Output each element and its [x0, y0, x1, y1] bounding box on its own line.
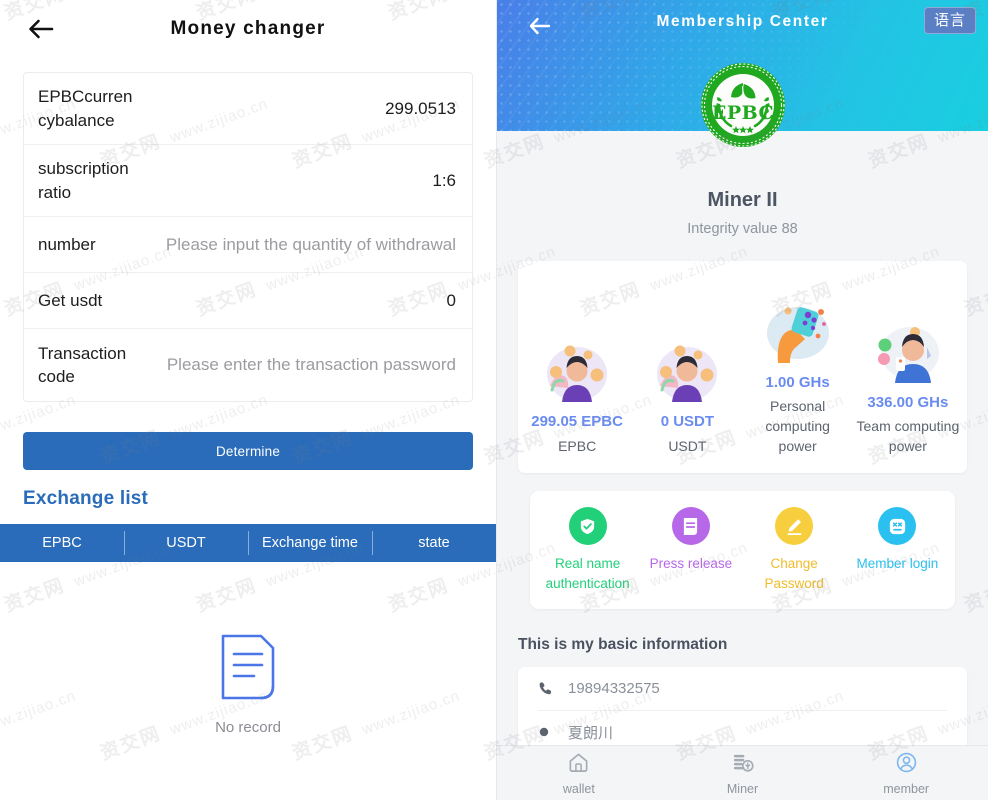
face-icon: [878, 507, 917, 545]
form-value-balance: 299.0513: [385, 98, 456, 118]
membership-center-panel: Membership Center 语言 EPBC Miner II Integ…: [497, 0, 988, 800]
profile-name: Miner II: [707, 189, 778, 211]
basic-row-phone[interactable]: 19894332575: [538, 667, 947, 711]
form-row-balance: EPBCcurren cybalance 299.0513: [24, 73, 472, 145]
money-changer-panel: Money changer EPBCcurren cybalance 299.0…: [0, 0, 497, 800]
stat-team-power[interactable]: 336.00 GHs Team computing power: [853, 317, 963, 458]
phone-icon: [538, 681, 568, 696]
action-label-real-name-authentication: Real name authentication: [545, 556, 630, 592]
form-label-balance: EPBCcurren cybalance: [38, 87, 133, 130]
team-person-icon: [874, 317, 942, 385]
tab-miner[interactable]: Miner: [661, 746, 825, 800]
bottom-tab-bar: wallet Miner member: [497, 745, 988, 800]
form-label-ratio: subscription ratio: [38, 159, 129, 202]
tab-wallet[interactable]: wallet: [497, 746, 661, 800]
dot-icon: [538, 726, 568, 738]
action-change-password[interactable]: Change Password: [743, 507, 846, 595]
actions-card: Real name authentication Press release C…: [530, 491, 955, 609]
withdrawal-quantity-input[interactable]: Please input the quantity of withdrawal: [150, 235, 456, 255]
coins-icon: [731, 751, 754, 779]
form-label-transaction-code: Transaction code: [38, 343, 127, 386]
tab-label-wallet: wallet: [562, 781, 595, 796]
action-member-login[interactable]: Member login: [846, 507, 949, 574]
stat-value-usdt: 0 USDT: [660, 413, 715, 431]
stat-label-personal-power: Personal computing power: [765, 398, 830, 455]
basic-info-title: This is my basic information: [518, 635, 728, 653]
back-arrow-icon[interactable]: [26, 14, 56, 44]
action-real-name-authentication[interactable]: Real name authentication: [536, 507, 639, 595]
basic-value-name: 夏朗川: [568, 724, 614, 742]
stat-label-team-power: Team computing power: [856, 418, 960, 455]
tab-member[interactable]: member: [824, 746, 988, 800]
stat-value-personal-power: 1.00 GHs: [765, 373, 830, 391]
empty-state-label: No record: [215, 719, 281, 736]
stat-personal-power[interactable]: 1.00 GHs Personal computing power: [743, 297, 853, 457]
form-value-get-usdt: 0: [446, 290, 456, 310]
basic-row-name[interactable]: 夏朗川: [538, 711, 947, 747]
membership-title: Membership Center: [656, 13, 829, 30]
action-label-press-release: Press release: [649, 556, 733, 571]
determine-button[interactable]: Determine: [23, 432, 473, 470]
transaction-password-input[interactable]: Please enter the transaction password: [150, 355, 456, 375]
column-header-exchange-time: Exchange time: [248, 524, 372, 562]
hand-phone-icon: [764, 297, 832, 365]
pencil-icon: [775, 507, 814, 545]
document-icon: [671, 507, 710, 545]
column-header-state: state: [372, 524, 496, 562]
stat-usdt[interactable]: 0 USDT USDT: [632, 338, 742, 457]
column-header-epbc: EPBC: [42, 535, 82, 551]
form-value-ratio: 1:6: [432, 170, 456, 190]
stat-label-epbc: EPBC: [558, 438, 597, 455]
exchange-list-title: Exchange list: [23, 488, 149, 509]
form-row-get-usdt: Get usdt 0: [24, 273, 472, 329]
shield-check-icon: [568, 507, 607, 545]
stats-card: 299.05 EPBC EPBC 0 USDT USDT 1.00 GHs Pe…: [518, 261, 967, 473]
page-title: Money changer: [170, 17, 326, 39]
membership-body: Miner II Integrity value 88 299.05 EPBC …: [497, 131, 988, 746]
basic-info-card: 19894332575 夏朗川: [518, 666, 967, 747]
epbc-logo: EPBC: [699, 61, 787, 149]
form-label-get-usdt: Get usdt: [38, 290, 103, 310]
profile-integrity: Integrity value 88: [687, 221, 798, 237]
column-header-usdt: USDT: [124, 524, 248, 562]
coins-person-icon: [544, 338, 610, 404]
exchange-form-card: EPBCcurren cybalance 299.0513 subscripti…: [23, 72, 473, 402]
app-screen: Money changer EPBCcurren cybalance 299.0…: [0, 0, 988, 800]
action-label-member-login: Member login: [856, 556, 939, 571]
basic-value-phone: 19894332575: [568, 679, 660, 697]
form-row-ratio: subscription ratio 1:6: [24, 145, 472, 217]
stat-epbc[interactable]: 299.05 EPBC EPBC: [522, 338, 632, 457]
stat-value-team-power: 336.00 GHs: [867, 393, 949, 411]
exchange-table-header: EPBC USDT Exchange time state: [0, 524, 496, 562]
empty-document-icon: [221, 634, 275, 705]
form-label-number: number: [38, 234, 96, 254]
form-row-transaction-code[interactable]: Transaction code Please enter the transa…: [24, 329, 472, 401]
left-header: Money changer: [0, 0, 496, 57]
action-label-change-password: Change Password: [764, 556, 824, 592]
home-icon: [567, 751, 590, 779]
tab-label-miner: Miner: [726, 781, 759, 796]
stat-value-epbc: 299.05 EPBC: [531, 413, 623, 431]
coins-person-icon: [654, 338, 720, 404]
form-row-number[interactable]: number Please input the quantity of with…: [24, 217, 472, 273]
stat-label-usdt: USDT: [668, 438, 707, 455]
language-button[interactable]: 语言: [923, 7, 976, 35]
action-press-release[interactable]: Press release: [639, 507, 742, 574]
empty-state: No record: [0, 634, 496, 736]
tab-label-member: member: [883, 781, 930, 796]
user-circle-icon: [895, 751, 918, 779]
